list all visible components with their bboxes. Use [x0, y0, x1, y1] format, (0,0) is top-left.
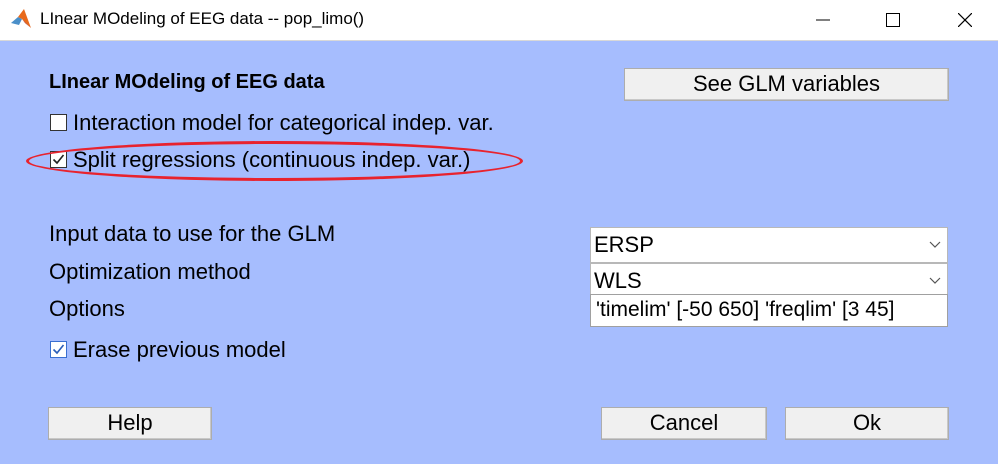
chevron-down-icon — [929, 241, 941, 248]
cancel-button[interactable]: Cancel — [601, 407, 767, 440]
interaction-model-checkbox[interactable] — [50, 114, 67, 131]
options-label: Options — [49, 296, 125, 321]
chevron-down-icon — [929, 277, 941, 284]
erase-previous-model-checkbox[interactable] — [50, 341, 67, 358]
see-glm-variables-button[interactable]: See GLM variables — [624, 68, 949, 101]
options-input[interactable]: 'timelim' [-50 650] 'freqlim' [3 45] — [590, 294, 948, 327]
interaction-model-label: Interaction model for categorical indep.… — [73, 110, 494, 135]
options-value: 'timelim' [-50 650] 'freqlim' [3 45] — [596, 298, 895, 321]
input-data-label: Input data to use for the GLM — [49, 221, 336, 246]
maximize-icon — [886, 13, 900, 27]
minimize-icon — [816, 19, 830, 21]
optimization-method-label: Optimization method — [49, 259, 251, 284]
close-icon — [958, 13, 972, 27]
title-bar[interactable]: LInear MOdeling of EEG data -- pop_limo(… — [0, 0, 998, 41]
input-data-select[interactable]: ERSP — [590, 227, 948, 263]
highlight-annotation — [26, 141, 523, 181]
ok-button[interactable]: Ok — [785, 407, 949, 440]
window-title: LInear MOdeling of EEG data -- pop_limo(… — [40, 9, 365, 28]
checkmark-icon — [52, 344, 65, 355]
optimization-method-value: WLS — [594, 268, 642, 293]
optimization-method-select[interactable]: WLS — [590, 263, 948, 297]
minimize-button[interactable] — [800, 0, 846, 40]
maximize-button[interactable] — [870, 0, 916, 40]
help-button[interactable]: Help — [48, 407, 212, 440]
input-data-value: ERSP — [594, 232, 654, 257]
close-button[interactable] — [942, 0, 988, 40]
limo-dialog-window: LInear MOdeling of EEG data -- pop_limo(… — [0, 0, 998, 464]
erase-previous-model-label: Erase previous model — [73, 337, 286, 362]
dialog-heading: LInear MOdeling of EEG data — [49, 71, 325, 93]
matlab-icon — [10, 8, 32, 30]
